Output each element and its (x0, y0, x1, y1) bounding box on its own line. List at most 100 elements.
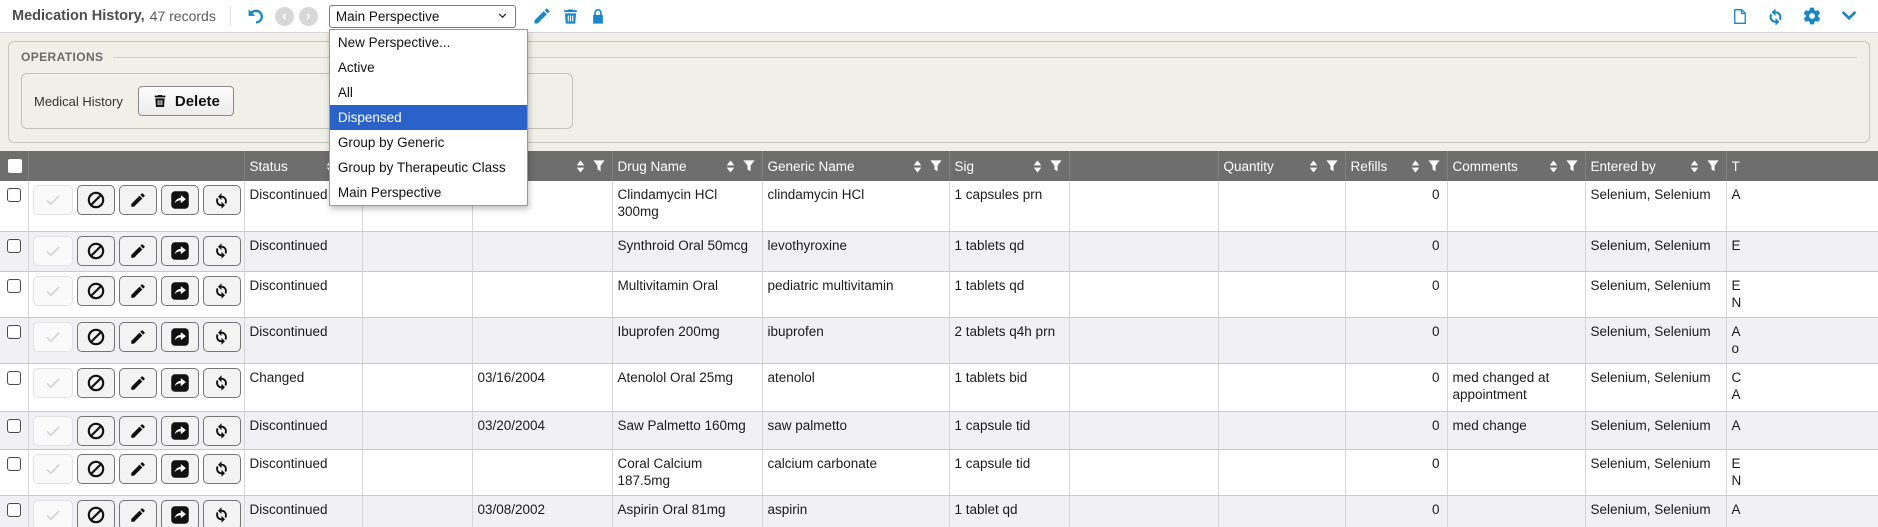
edit-button[interactable] (119, 276, 157, 306)
cell-refills: 0 (1345, 411, 1447, 449)
filter-icon[interactable] (593, 160, 605, 172)
filter-icon[interactable] (1050, 160, 1062, 172)
sort-icon[interactable] (576, 160, 585, 173)
block-button[interactable] (77, 322, 115, 352)
chevron-down-icon[interactable] (1838, 5, 1860, 27)
column-header-refills[interactable]: Refills (1345, 151, 1447, 181)
menu-item-main-perspective[interactable]: Main Perspective (330, 180, 527, 205)
column-header-quantity[interactable]: Quantity (1218, 151, 1345, 181)
cell-start-date (362, 449, 472, 495)
move-button[interactable] (161, 454, 199, 484)
column-label: Sig (955, 159, 975, 174)
cell-sig: 1 tablets bid (949, 363, 1069, 411)
cell-therapeutic: E N (1726, 271, 1878, 317)
refresh-row-button[interactable] (203, 368, 241, 398)
column-header-entered-by[interactable]: Entered by (1585, 151, 1726, 181)
row-checkbox[interactable] (7, 419, 21, 433)
cell-generic-name: levothyroxine (762, 231, 949, 271)
block-button[interactable] (77, 500, 115, 527)
edit-button[interactable] (119, 416, 157, 446)
menu-item-active[interactable]: Active (330, 55, 527, 80)
cell-refills: 0 (1345, 181, 1447, 231)
move-button[interactable] (161, 322, 199, 352)
cell-generic-name: pediatric multivitamin (762, 271, 949, 317)
cell-spacer (1069, 449, 1218, 495)
refresh-row-button[interactable] (203, 276, 241, 306)
block-button[interactable] (77, 454, 115, 484)
cell-drug-name: Ibuprofen 200mg (612, 317, 762, 363)
refresh-row-button[interactable] (203, 454, 241, 484)
sort-icon[interactable] (1411, 160, 1420, 173)
menu-item-all[interactable]: All (330, 80, 527, 105)
refresh-row-button[interactable] (203, 236, 241, 266)
edit-perspective-icon[interactable] (532, 6, 552, 26)
sort-icon[interactable] (1033, 160, 1042, 173)
refresh-row-button[interactable] (203, 185, 241, 215)
refresh-row-button[interactable] (203, 322, 241, 352)
row-checkbox[interactable] (7, 371, 21, 385)
undo-icon[interactable] (245, 6, 266, 27)
cell-status: Discontinued (244, 411, 362, 449)
table-row: DiscontinuedCoral Calcium 187.5mgcalcium… (0, 449, 1878, 495)
edit-button[interactable] (119, 185, 157, 215)
filter-icon[interactable] (930, 160, 942, 172)
column-header-comments[interactable]: Comments (1447, 151, 1585, 181)
column-header-generic-name[interactable]: Generic Name (762, 151, 949, 181)
sort-icon[interactable] (1549, 160, 1558, 173)
row-checkbox[interactable] (7, 325, 21, 339)
move-button[interactable] (161, 368, 199, 398)
edit-button[interactable] (119, 236, 157, 266)
delete-button[interactable]: Delete (138, 86, 234, 116)
move-button[interactable] (161, 185, 199, 215)
move-button[interactable] (161, 416, 199, 446)
edit-button[interactable] (119, 454, 157, 484)
block-button[interactable] (77, 416, 115, 446)
filter-icon[interactable] (1428, 160, 1440, 172)
row-checkbox[interactable] (7, 279, 21, 293)
new-document-icon[interactable] (1731, 6, 1749, 27)
lock-icon[interactable] (589, 6, 607, 27)
filter-icon[interactable] (743, 160, 755, 172)
block-button[interactable] (77, 185, 115, 215)
back-icon[interactable]: ‹ (275, 7, 294, 26)
sort-icon[interactable] (726, 160, 735, 173)
forward-icon[interactable]: › (299, 7, 318, 26)
cell-drug-name: Clindamycin HCl 300mg (612, 181, 762, 231)
perspective-select[interactable]: Main Perspective (329, 5, 516, 28)
block-button[interactable] (77, 368, 115, 398)
cell-end-date (472, 449, 612, 495)
sort-icon[interactable] (1309, 160, 1318, 173)
row-checkbox[interactable] (7, 457, 21, 471)
select-all-checkbox[interactable] (8, 159, 22, 173)
menu-item-dispensed[interactable]: Dispensed (330, 105, 527, 130)
table-row: Discontinued03/08/2002Aspirin Oral 81mga… (0, 495, 1878, 527)
refresh-row-button[interactable] (203, 500, 241, 527)
block-button[interactable] (77, 276, 115, 306)
sort-icon[interactable] (913, 160, 922, 173)
menu-item-group-by-therapeutic-class[interactable]: Group by Therapeutic Class (330, 155, 527, 180)
sync-icon[interactable] (1765, 6, 1786, 27)
move-button[interactable] (161, 236, 199, 266)
edit-button[interactable] (119, 500, 157, 527)
row-checkbox[interactable] (7, 503, 21, 517)
menu-item-new-perspective[interactable]: New Perspective... (330, 30, 527, 55)
row-checkbox[interactable] (7, 239, 21, 253)
filter-icon[interactable] (1566, 160, 1578, 172)
filter-icon[interactable] (1326, 160, 1338, 172)
delete-perspective-icon[interactable] (561, 6, 580, 27)
sort-icon[interactable] (1690, 160, 1699, 173)
block-button[interactable] (77, 236, 115, 266)
edit-button[interactable] (119, 368, 157, 398)
column-header-drug-name[interactable]: Drug Name (612, 151, 762, 181)
move-button[interactable] (161, 276, 199, 306)
move-button[interactable] (161, 500, 199, 527)
menu-item-group-by-generic[interactable]: Group by Generic (330, 130, 527, 155)
row-checkbox[interactable] (7, 188, 21, 202)
cell-sig: 1 tablets qd (949, 271, 1069, 317)
operations-section: OPERATIONS Medical History Delete (0, 33, 1878, 151)
gear-icon[interactable] (1802, 6, 1822, 26)
edit-button[interactable] (119, 322, 157, 352)
refresh-row-button[interactable] (203, 416, 241, 446)
column-header-sig[interactable]: Sig (949, 151, 1069, 181)
filter-icon[interactable] (1707, 160, 1719, 172)
